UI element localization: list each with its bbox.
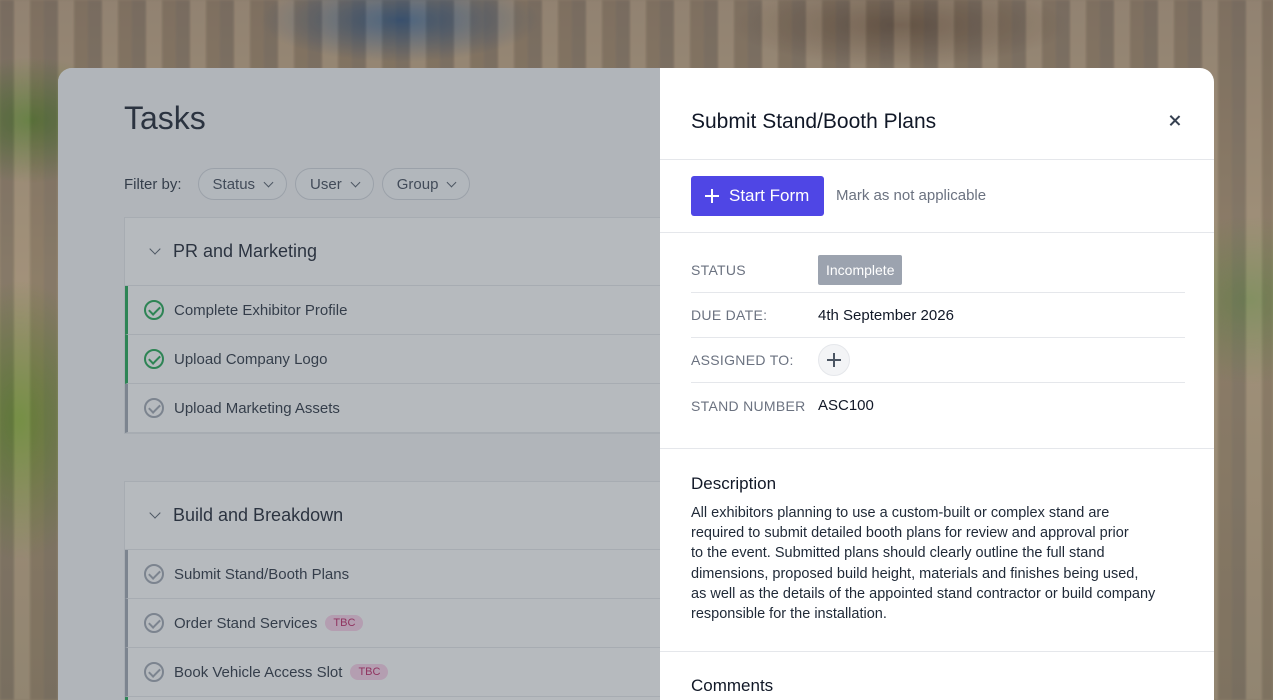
due-date-label: DUE DATE: bbox=[691, 307, 768, 323]
due-date-value: 4th September 2026 bbox=[818, 306, 954, 324]
assigned-label: ASSIGNED TO: bbox=[691, 352, 794, 368]
description-text: All exhibitors planning to use a custom-… bbox=[691, 505, 1156, 623]
plus-icon bbox=[705, 189, 719, 203]
status-badge: Incomplete bbox=[818, 255, 903, 285]
mark-not-applicable-link[interactable]: Mark as not applicable bbox=[836, 187, 986, 204]
plus-icon bbox=[827, 353, 841, 367]
stand-number-row: STAND NUMBER ASC100 bbox=[691, 383, 1185, 428]
status-row: STATUS Incomplete bbox=[691, 248, 1185, 293]
drawer-header: Submit Stand/Booth Plans bbox=[660, 68, 1214, 160]
modal-backdrop[interactable] bbox=[58, 68, 660, 700]
divider bbox=[660, 651, 1214, 652]
close-icon[interactable] bbox=[1166, 112, 1184, 130]
status-label: STATUS bbox=[691, 262, 746, 278]
drawer-title: Submit Stand/Booth Plans bbox=[691, 110, 937, 133]
due-date-row: DUE DATE: 4th September 2026 bbox=[691, 293, 1185, 338]
add-assignee-button[interactable] bbox=[818, 344, 850, 376]
stand-number-label: STAND NUMBER bbox=[691, 397, 806, 414]
stand-number-value: ASC100 bbox=[818, 397, 874, 414]
assigned-row: ASSIGNED TO: bbox=[691, 338, 1185, 383]
task-detail-drawer: Submit Stand/Booth Plans Start Form Mark… bbox=[660, 68, 1214, 700]
task-details: STATUS Incomplete DUE DATE: 4th Septembe… bbox=[691, 248, 1185, 428]
drawer-actions: Start Form Mark as not applicable bbox=[660, 160, 1214, 233]
start-form-button[interactable]: Start Form bbox=[691, 176, 824, 216]
comments-heading: Comments bbox=[691, 676, 774, 695]
divider bbox=[660, 448, 1214, 449]
description-heading: Description bbox=[691, 474, 777, 493]
